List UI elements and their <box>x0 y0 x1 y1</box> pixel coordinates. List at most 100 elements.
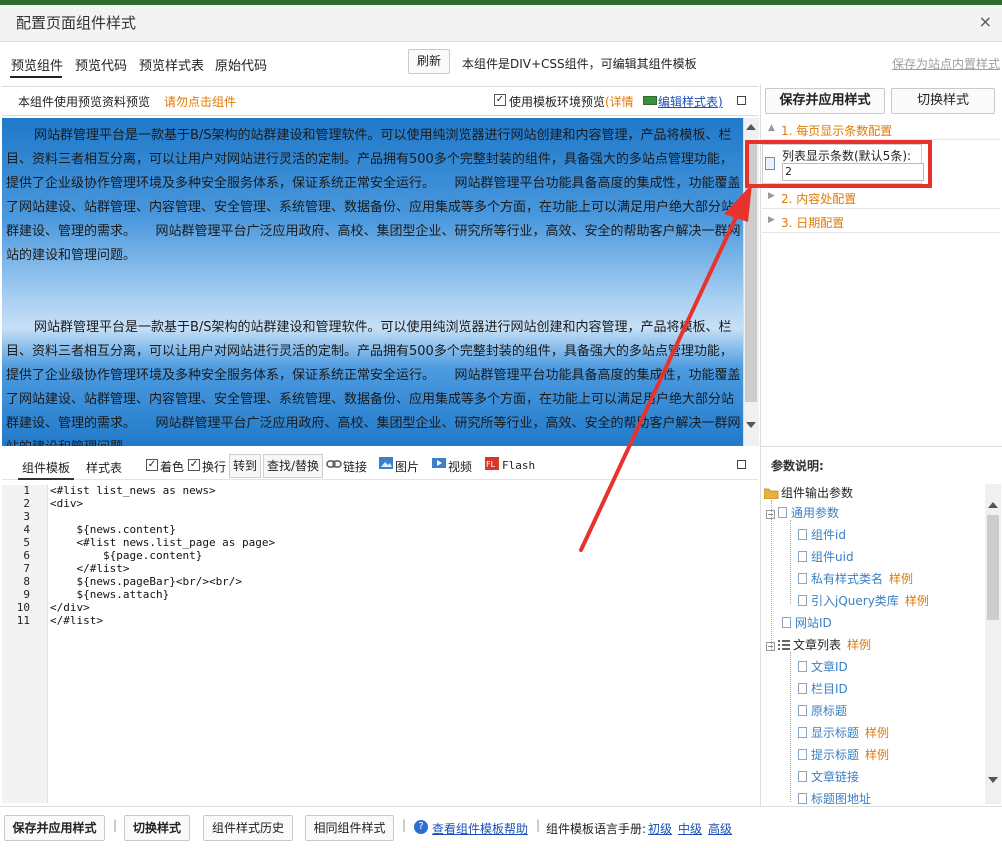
code-line[interactable]: </div> <box>50 601 90 614</box>
tree-item-label[interactable]: 组件id <box>811 528 846 542</box>
same-component-style-button[interactable]: 相同组件样式 <box>305 815 394 841</box>
tree-item-label[interactable]: 文章ID <box>811 660 848 674</box>
save-apply-style-button-bottom[interactable]: 保存并应用样式 <box>4 815 105 841</box>
code-line[interactable]: <#list news.list_page as page> <box>50 536 275 549</box>
tree-leaf-item[interactable]: 提示标题 样例 <box>798 746 889 763</box>
example-link[interactable]: 样例 <box>865 726 889 740</box>
switch-style-button-bottom[interactable]: 切换样式 <box>124 815 190 841</box>
template-help-link[interactable]: 查看组件模板帮助 <box>432 820 528 837</box>
scroll-down-icon[interactable] <box>746 422 756 428</box>
tab-stylesheet[interactable]: 样式表 <box>86 459 122 476</box>
tree-leaf-item[interactable]: 引入jQuery类库 样例 <box>798 592 929 609</box>
tab-preview-stylesheet[interactable]: 预览样式表 <box>139 55 204 74</box>
code-line[interactable]: ${news.content} <box>50 523 175 536</box>
tree-leaf-item[interactable]: 文章ID <box>798 658 848 675</box>
tab-raw-code[interactable]: 原始代码 <box>215 55 267 74</box>
section-label[interactable]: 3. 日期配置 <box>781 214 844 231</box>
insert-link-button[interactable]: 链接 <box>343 458 367 475</box>
code-line[interactable]: </#list> <box>50 562 129 575</box>
tree-leaf-item[interactable]: 私有样式类名 样例 <box>798 570 913 587</box>
tree-leaf-item[interactable]: 组件id <box>798 526 846 543</box>
code-line[interactable]: <#list list_news as news> <box>50 484 216 497</box>
line-number: 2 <box>23 497 30 510</box>
scroll-up-icon[interactable] <box>988 502 998 508</box>
tree-leaf-item[interactable]: 文章链接 <box>798 768 859 785</box>
line-number: 6 <box>23 549 30 562</box>
tree-item-label[interactable]: 私有样式类名 <box>811 572 883 586</box>
collapse-icon[interactable]: − <box>766 642 775 651</box>
tab-preview-component[interactable]: 预览组件 <box>11 55 63 74</box>
maximize-preview-icon[interactable] <box>737 96 746 105</box>
tree-scrollbar-thumb[interactable] <box>987 515 999 620</box>
tree-leaf-item[interactable]: 标题图地址 <box>798 790 871 804</box>
color-checkbox[interactable]: ✓ <box>146 459 158 471</box>
folder-icon <box>763 488 779 500</box>
tab-preview-code[interactable]: 预览代码 <box>75 55 127 74</box>
insert-flash-button[interactable]: Flash <box>502 459 535 472</box>
insert-image-button[interactable]: 图片 <box>395 458 419 475</box>
example-link[interactable]: 样例 <box>865 748 889 762</box>
tree-item-label[interactable]: 提示标题 <box>811 748 859 762</box>
tree-item-label[interactable]: 标题图地址 <box>811 792 871 804</box>
code-line[interactable]: <div> <box>50 497 83 510</box>
scroll-down-icon[interactable] <box>988 777 998 783</box>
annotation-highlight-box <box>745 140 932 188</box>
tree-leaf-item[interactable]: 显示标题 样例 <box>798 724 889 741</box>
example-link[interactable]: 样例 <box>905 594 929 608</box>
env-detail-link[interactable]: (详情 <box>605 93 634 110</box>
manual-intermediate-link[interactable]: 中级 <box>678 820 702 837</box>
example-link[interactable]: 样例 <box>889 572 913 586</box>
find-replace-button[interactable]: 查找/替换 <box>263 454 324 478</box>
collapse-triangle-icon[interactable]: ▶ <box>768 191 775 201</box>
style-history-button[interactable]: 组件样式历史 <box>203 815 293 841</box>
document-icon <box>798 595 807 606</box>
tree-item-label[interactable]: 显示标题 <box>811 726 859 740</box>
preview-paragraph: 网站群管理平台是一款基于B/S架构的站群建设和管理软件。可以使用纯浏览器进行网站… <box>6 128 741 263</box>
tree-node-site-id[interactable]: 网站ID <box>782 614 832 631</box>
save-apply-style-button[interactable]: 保存并应用样式 <box>765 88 885 114</box>
collapse-triangle-icon[interactable]: ▶ <box>768 215 775 225</box>
scroll-up-icon[interactable] <box>746 124 756 130</box>
tree-item-label[interactable]: 文章链接 <box>811 770 859 784</box>
section-label[interactable]: 1. 每页显示条数配置 <box>781 122 892 139</box>
tree-item-label[interactable]: 引入jQuery类库 <box>811 594 899 608</box>
wrap-checkbox[interactable]: ✓ <box>188 459 200 471</box>
edit-stylesheet-link[interactable]: 编辑样式表) <box>658 93 723 110</box>
tree-item-label[interactable]: 栏目ID <box>811 682 848 696</box>
tree-node-common[interactable]: − 通用参数 <box>766 504 839 521</box>
section-label[interactable]: 2. 内容处配置 <box>781 190 856 207</box>
tab-component-template[interactable]: 组件模板 <box>22 459 70 476</box>
document-icon <box>798 727 807 738</box>
color-label: 着色 <box>160 460 185 474</box>
collapse-icon[interactable]: − <box>766 510 775 519</box>
tree-leaf-item[interactable]: 原标题 <box>798 702 847 719</box>
switch-style-button[interactable]: 切换样式 <box>891 88 995 114</box>
code-line[interactable]: </#list> <box>50 614 103 627</box>
document-icon <box>798 683 807 694</box>
tree-root[interactable]: 组件输出参数 <box>763 484 853 501</box>
help-icon: ? <box>414 820 428 834</box>
maximize-editor-icon[interactable] <box>737 460 746 469</box>
use-template-env-checkbox[interactable]: ✓ <box>494 94 506 106</box>
tree-item-label[interactable]: 原标题 <box>811 704 847 718</box>
refresh-button[interactable]: 刷新 <box>408 49 450 74</box>
tree-leaf-item[interactable]: 栏目ID <box>798 680 848 697</box>
svg-text:FL: FL <box>486 460 496 469</box>
manual-basic-link[interactable]: 初级 <box>648 820 672 837</box>
document-icon <box>782 617 791 628</box>
expand-triangle-icon[interactable]: ▲ <box>768 123 775 133</box>
code-line[interactable]: ${news.pageBar}<br/><br/> <box>50 575 242 588</box>
code-line[interactable]: ${page.content} <box>50 549 202 562</box>
save-as-site-style-link[interactable]: 保存为站点内置样式 <box>892 55 1000 72</box>
code-line[interactable]: ${news.attach} <box>50 588 169 601</box>
manual-advanced-link[interactable]: 高级 <box>708 820 732 837</box>
goto-button[interactable]: 转到 <box>229 454 262 478</box>
tree-leaf-item[interactable]: 组件uid <box>798 548 854 565</box>
separator: | <box>536 818 541 832</box>
close-icon[interactable]: × <box>979 12 992 31</box>
tree-item-label[interactable]: 组件uid <box>811 550 854 564</box>
dialog-title: 配置页面组件样式 <box>16 14 137 32</box>
tree-guide-line <box>790 652 791 802</box>
insert-video-button[interactable]: 视频 <box>448 458 472 475</box>
tree-node-article-list[interactable]: − 文章列表 样例 <box>766 636 871 653</box>
